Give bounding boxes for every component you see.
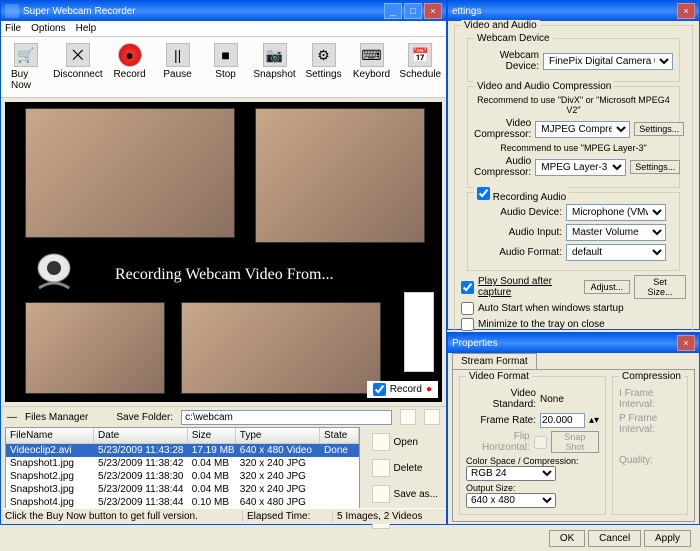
settings-icon: ⚙ (312, 43, 336, 67)
properties-title: Properties (452, 338, 677, 349)
spinner-icon[interactable]: ▴▾ (589, 415, 599, 426)
preview-thumb (255, 108, 425, 243)
ok-button[interactable]: OK (549, 530, 585, 547)
vc-settings-button[interactable]: Settings... (634, 122, 684, 136)
action-icon (372, 485, 390, 503)
collapse-button[interactable]: — (7, 412, 17, 423)
column-header[interactable]: Size (188, 428, 236, 443)
tab-stream-format[interactable]: Stream Format (452, 353, 537, 369)
stop-button[interactable]: ■Stop (205, 41, 247, 93)
app-icon (5, 4, 19, 18)
audio-device-select[interactable]: Microphone (VMware VM (566, 204, 666, 221)
column-header[interactable]: Type (236, 428, 320, 443)
files-bar: — Files Manager Save Folder: (1, 406, 446, 427)
maximize-button[interactable]: □ (404, 3, 422, 19)
stop-icon: ■ (214, 43, 238, 67)
schedule-icon: 📅 (408, 43, 432, 67)
audio-input-select[interactable]: Master Volume (566, 224, 666, 241)
apply-button[interactable]: Apply (644, 530, 691, 547)
table-row[interactable]: Videoclip2.avi5/23/2009 11:43:2817.19 MB… (6, 444, 359, 457)
webcam-icon (29, 252, 79, 292)
column-header[interactable]: Date (94, 428, 188, 443)
adjust-button[interactable]: Adjust... (584, 280, 631, 294)
titlebar: Super Webcam Recorder _ □ × (1, 1, 446, 21)
settings-window: ettings × Video and Audio Webcam Device … (447, 0, 700, 330)
main-window: Super Webcam Recorder _ □ × File Options H… (0, 0, 447, 525)
volume-meter (404, 292, 434, 372)
settings-button[interactable]: ⚙Settings (303, 41, 345, 93)
status-left: Click the Buy Now button to get full ver… (5, 511, 242, 522)
ac-settings-button[interactable]: Settings... (630, 160, 680, 174)
status-right: 5 Images, 2 Videos (332, 511, 442, 522)
buy-now-button[interactable]: 🛒Buy Now (5, 41, 47, 93)
statusbar: Click the Buy Now button to get full ver… (1, 508, 446, 524)
audio-format-select[interactable]: default (566, 244, 666, 261)
delete-button[interactable]: Delete (370, 457, 440, 479)
play-sound-checkbox[interactable] (461, 281, 474, 294)
buy now-icon: 🛒 (14, 43, 38, 67)
save-as----button[interactable]: Save as... (370, 483, 440, 505)
browse-folder-icon[interactable] (400, 409, 416, 425)
status-mid: Elapsed Time: (242, 511, 332, 522)
schedule-button[interactable]: 📅Schedule (399, 41, 443, 93)
minimize-button[interactable]: _ (384, 3, 402, 19)
minimize-tray-checkbox[interactable] (461, 318, 474, 331)
close-button[interactable]: × (424, 3, 442, 19)
save-folder-label: Save Folder: (116, 412, 173, 423)
toolbar: 🛒Buy Now⨉Disconnect●Record||Pause■Stop📷S… (1, 37, 446, 98)
video-compressor-select[interactable]: MJPEG Compressor (535, 121, 630, 138)
save-folder-input[interactable] (181, 410, 392, 425)
pause-icon: || (166, 43, 190, 67)
column-header[interactable]: State (320, 428, 359, 443)
snapshot-icon: 📷 (263, 43, 287, 67)
menubar: File Options Help (1, 21, 446, 37)
preview-thumb (25, 108, 235, 238)
autostart-checkbox[interactable] (461, 302, 474, 315)
table-row[interactable]: Snapshot3.jpg5/23/2009 11:38:440.04 MB32… (6, 483, 359, 496)
table-row[interactable]: Snapshot2.jpg5/23/2009 11:38:300.04 MB32… (6, 470, 359, 483)
pause-button[interactable]: ||Pause (157, 41, 199, 93)
open-button[interactable]: Open (370, 431, 440, 453)
close-button[interactable]: × (677, 335, 695, 351)
column-header[interactable]: FileName (6, 428, 94, 443)
disconnect-button[interactable]: ⨉Disconnect (53, 41, 102, 93)
preview-thumb (181, 302, 381, 394)
colorspace-select[interactable]: RGB 24 (466, 466, 556, 481)
menu-help[interactable]: Help (76, 23, 97, 34)
menu-options[interactable]: Options (31, 23, 65, 34)
snapshot-button: Snap Shot (551, 431, 599, 453)
refresh-icon[interactable] (424, 409, 440, 425)
properties-window: Properties × Stream Format Video Format … (447, 332, 700, 525)
flip-checkbox (534, 436, 547, 449)
recording-audio-checkbox[interactable] (477, 187, 490, 200)
close-button[interactable]: × (677, 3, 695, 19)
record-indicator[interactable]: Record ● (367, 381, 438, 398)
menu-file[interactable]: File (5, 23, 21, 34)
keybord-button[interactable]: ⌨Keybord (351, 41, 393, 93)
window-title: Super Webcam Recorder (23, 6, 384, 17)
record-icon: ● (118, 43, 142, 67)
keybord-icon: ⌨ (360, 43, 384, 67)
preview-caption: Recording Webcam Video From... (115, 266, 333, 284)
settings-title: ettings (452, 6, 677, 17)
output-size-select[interactable]: 640 x 480 (466, 493, 556, 508)
record-button[interactable]: ●Record (109, 41, 151, 93)
files-manager-label: Files Manager (25, 412, 88, 423)
action-icon (372, 459, 390, 477)
webcam-device-select[interactable]: FinePix Digital Camera 020724 (wi (543, 53, 673, 70)
record-dot-icon: ● (426, 384, 432, 395)
preview-area: Recording Webcam Video From... Record ● (5, 102, 442, 402)
setsize-button[interactable]: Set Size... (634, 275, 686, 299)
table-row[interactable]: Snapshot1.jpg5/23/2009 11:38:420.04 MB32… (6, 457, 359, 470)
action-icon (372, 433, 390, 451)
disconnect-icon: ⨉ (66, 43, 90, 67)
cancel-button[interactable]: Cancel (588, 530, 641, 547)
frame-rate-input[interactable] (540, 413, 585, 428)
files-table: FileNameDateSizeTypeState Videoclip2.avi… (5, 427, 360, 513)
preview-thumb (25, 302, 165, 394)
record-checkbox[interactable] (373, 383, 386, 396)
snapshot-button[interactable]: 📷Snapshot (253, 41, 297, 93)
audio-compressor-select[interactable]: MPEG Layer-3 (535, 159, 626, 176)
